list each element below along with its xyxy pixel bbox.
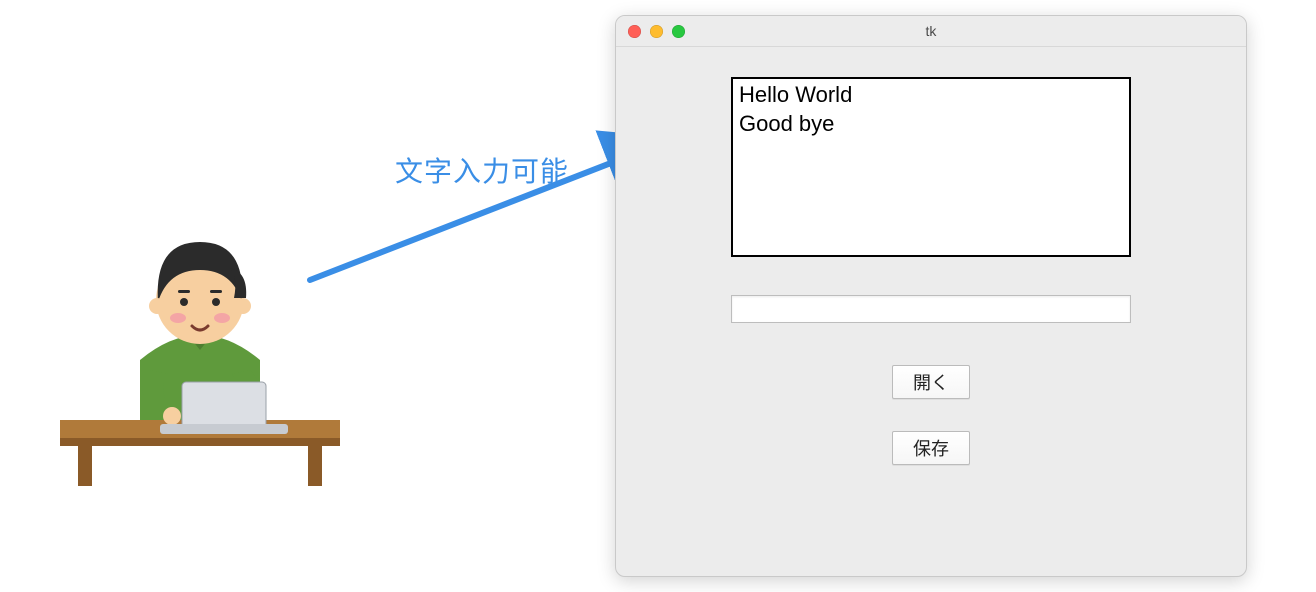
window-client-area: 開く 保存 xyxy=(616,47,1246,465)
save-button[interactable]: 保存 xyxy=(892,431,970,465)
entry-field[interactable] xyxy=(731,295,1131,323)
annotation-label: 文字入力可能 xyxy=(395,150,569,190)
zoom-icon[interactable] xyxy=(672,25,685,38)
window-controls xyxy=(628,25,685,38)
text-widget[interactable] xyxy=(731,77,1131,257)
minimize-icon[interactable] xyxy=(650,25,663,38)
close-icon[interactable] xyxy=(628,25,641,38)
tk-window: tk 開く 保存 xyxy=(615,15,1247,577)
window-titlebar[interactable]: tk xyxy=(616,16,1246,47)
open-button[interactable]: 開く xyxy=(892,365,970,399)
window-title: tk xyxy=(616,23,1246,39)
typing-person-illustration xyxy=(60,210,340,490)
